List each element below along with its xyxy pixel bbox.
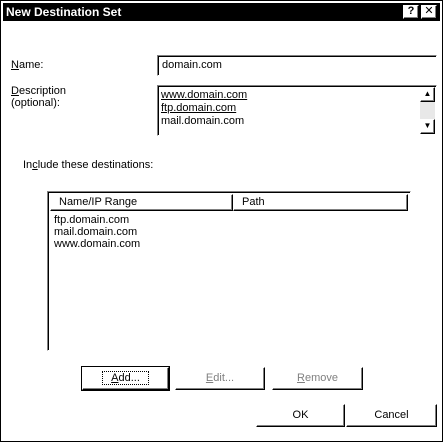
list-item[interactable]: mail.domain.com [54, 226, 140, 238]
include-destinations-label: Include these destinations: [23, 159, 154, 171]
description-label: Description (optional): [11, 85, 67, 109]
close-button[interactable]: ✕ [421, 5, 437, 19]
column-header-path[interactable]: Path [233, 194, 408, 211]
description-textarea[interactable]: www.domain.com ftp.domain.com mail.domai… [157, 85, 437, 136]
description-line: ftp.domain.com [161, 102, 237, 114]
remove-button[interactable]: Remove [272, 367, 363, 390]
name-input[interactable]: domain.com [157, 55, 437, 76]
help-button[interactable]: ? [403, 5, 419, 19]
title-bar[interactable]: New Destination Set ? ✕ [3, 3, 440, 21]
name-input-value: domain.com [162, 59, 222, 71]
description-scrollbar[interactable]: ▲ ▼ [420, 87, 435, 134]
list-item[interactable]: ftp.domain.com [54, 214, 140, 226]
column-header-name-ip-range[interactable]: Name/IP Range [50, 194, 233, 211]
question-mark-icon: ? [407, 5, 415, 17]
new-destination-set-dialog: New Destination Set ? ✕ Name: domain.com… [0, 0, 443, 442]
add-button[interactable]: Add... [81, 366, 170, 391]
edit-button[interactable]: Edit... [175, 367, 265, 390]
description-line: www.domain.com [161, 89, 248, 101]
dialog-title: New Destination Set [6, 5, 122, 19]
name-label: Name: [11, 59, 44, 71]
close-icon: ✕ [424, 5, 434, 17]
scroll-down-arrow-icon[interactable]: ▼ [420, 119, 435, 134]
destinations-list[interactable]: Name/IP Range Path ftp.domain.com mail.d… [47, 191, 411, 351]
cancel-button[interactable]: Cancel [346, 404, 437, 427]
list-item[interactable]: www.domain.com [54, 238, 140, 250]
scroll-up-arrow-icon[interactable]: ▲ [420, 87, 435, 102]
ok-button[interactable]: OK [256, 404, 345, 427]
description-line: mail.domain.com [161, 115, 245, 127]
